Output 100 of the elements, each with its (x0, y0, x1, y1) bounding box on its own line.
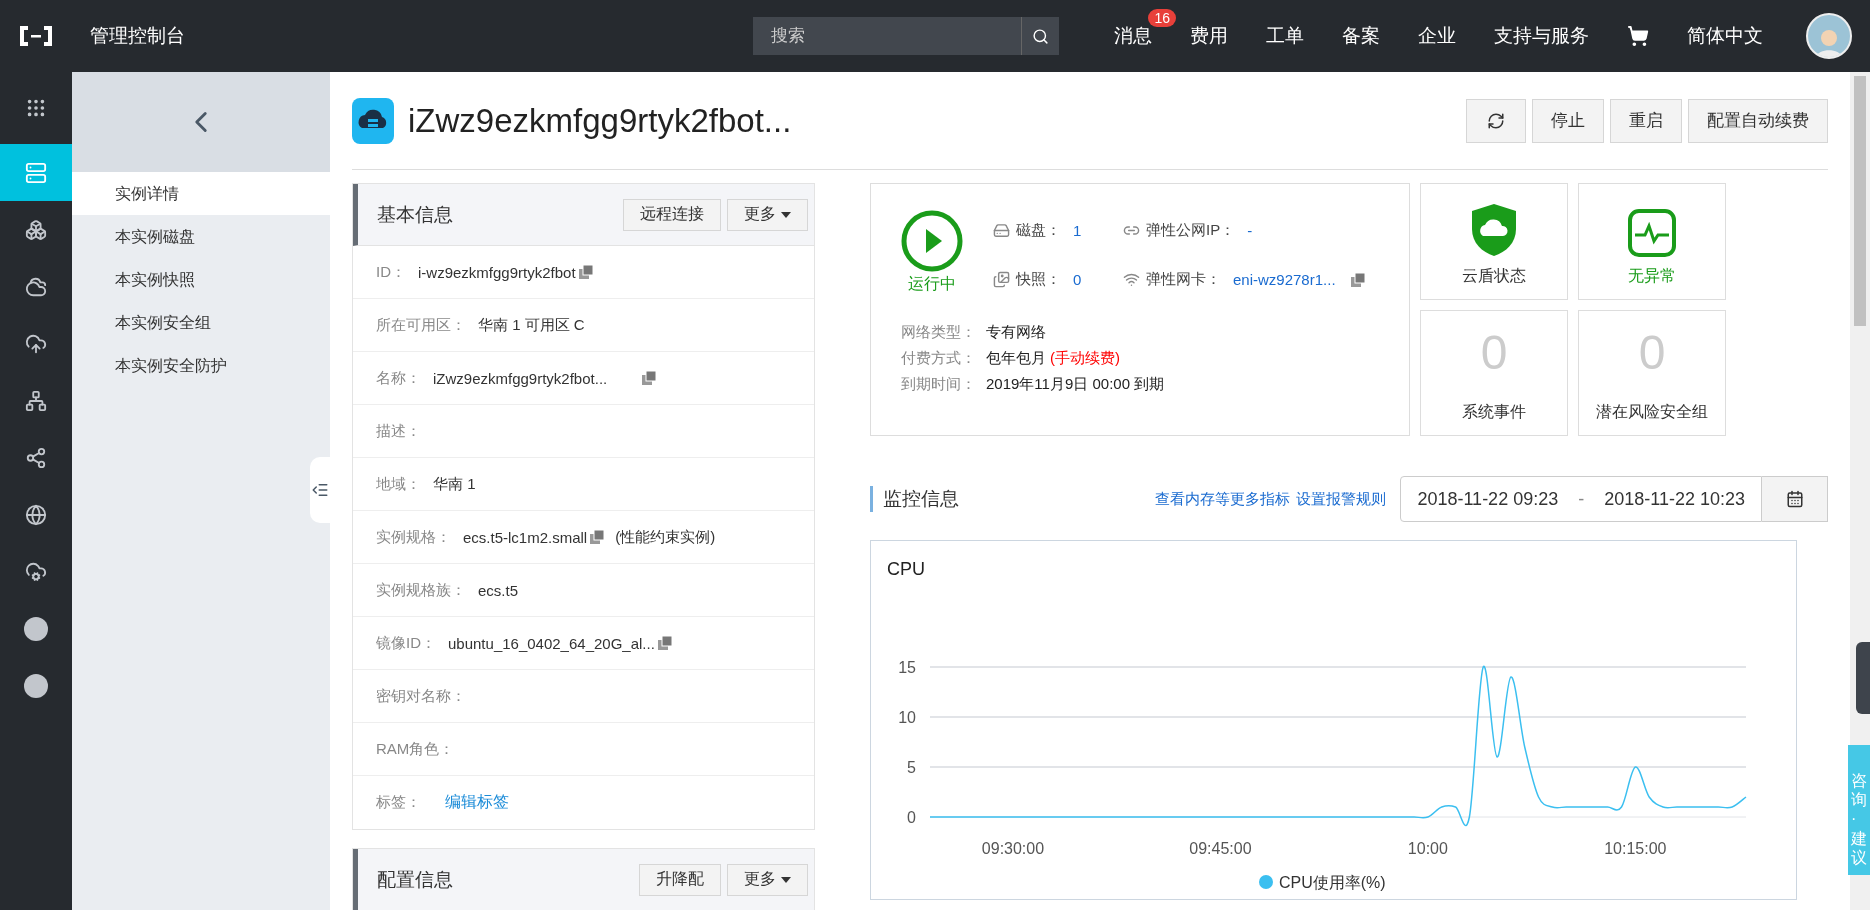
resource-label: 弹性网卡： (1146, 270, 1221, 289)
panel-button[interactable]: 升降配 (639, 863, 721, 896)
detail-value: 包年包月 (986, 349, 1046, 366)
copy-icon[interactable] (589, 529, 606, 545)
date-range-field[interactable]: 2018-11-22 09:23 - 2018-11-22 10:23 (1400, 476, 1762, 522)
monitor-link[interactable]: 设置报警规则 (1296, 489, 1387, 509)
panel-button[interactable]: 更多 (727, 863, 808, 896)
panel-title: 配置信息 (377, 867, 454, 892)
tile-label: 系统事件 (1462, 402, 1526, 422)
subnav-item[interactable]: 本实例磁盘 (72, 215, 330, 258)
legend-label[interactable]: CPU使用率(%) (1279, 874, 1386, 891)
detail-label: 付费方式： (901, 349, 976, 368)
resource-value[interactable]: 0 (1073, 271, 1082, 288)
axis-label: 10 (898, 709, 916, 726)
network-icon (25, 389, 47, 412)
resource-label: 快照： (1016, 270, 1061, 289)
subnav-item[interactable]: 本实例安全防护 (72, 344, 330, 387)
field-label: 描述： (376, 421, 421, 441)
collapse-handle[interactable] (310, 457, 330, 523)
cloud-gear-icon (25, 560, 47, 583)
circle-icon (24, 616, 48, 641)
resource-value[interactable]: eni-wz9278r1... (1233, 271, 1336, 288)
detail-value: 2019年11月9日 00:00 到期 (986, 375, 1165, 392)
field-label: 实例规格族： (376, 580, 466, 600)
cart-icon[interactable] (1627, 25, 1649, 47)
language-link[interactable]: 简体中文 (1687, 23, 1763, 49)
action-button[interactable]: 配置自动续费 (1688, 98, 1828, 143)
count-badge: 16 (1148, 9, 1176, 27)
cloud-icon (25, 275, 47, 298)
field-value: 华南 1 可用区 C (478, 315, 585, 335)
wifi-icon (1123, 271, 1140, 288)
action-button[interactable]: 重启 (1610, 98, 1682, 143)
subnav-item[interactable]: 实例详情 (72, 172, 330, 215)
nav-link[interactable]: 工单 (1266, 23, 1304, 49)
detail-value: 专有网络 (986, 323, 1046, 340)
logo-icon[interactable] (18, 25, 54, 47)
instance-title: iZwz9ezkmfgg9rtyk2fbot... (408, 101, 793, 140)
search-button[interactable] (1021, 17, 1059, 55)
axis-label: 09:30:00 (981, 840, 1045, 857)
user-avatar[interactable] (1806, 13, 1852, 59)
cloud-upload-icon (25, 332, 47, 355)
search-icon (1032, 27, 1049, 45)
field-value: ecs.t5-lc1m2.small (463, 528, 588, 546)
axis-label: 5 (907, 759, 916, 776)
field-label: ID： (376, 262, 406, 282)
field-value: iZwz9ezkmfgg9rtyk2fbot... (433, 369, 608, 387)
chart-title: CPU (887, 559, 925, 580)
nodes-icon (25, 446, 47, 469)
resource-label: 弹性公网IP： (1146, 221, 1236, 240)
panel-title: 基本信息 (377, 202, 454, 227)
subnav-item[interactable]: 本实例安全组 (72, 301, 330, 344)
status-tile[interactable]: 无异常 (1578, 183, 1726, 300)
axis-label: 0 (907, 809, 916, 826)
panel-button[interactable]: 远程连接 (623, 198, 721, 231)
copy-icon[interactable] (577, 264, 594, 280)
field-label: 镜像ID： (376, 633, 436, 653)
shield-icon (1469, 202, 1519, 258)
nav-link[interactable]: 备案 (1342, 23, 1380, 49)
monitor-link[interactable]: 查看内存等更多指标 (1155, 489, 1291, 509)
axis-label: 09:45:00 (1189, 840, 1252, 857)
boxes-icon (25, 218, 47, 241)
field-value: ubuntu_16_0402_64_20G_al... (448, 634, 655, 652)
images-icon (993, 271, 1010, 288)
edit-tags-link[interactable]: 编辑标签 (445, 792, 509, 813)
globe-icon (25, 503, 47, 526)
field-label: 标签： (376, 793, 421, 812)
status-tile[interactable]: 云盾状态 (1420, 183, 1568, 300)
scrollbar-thumb[interactable] (1854, 76, 1866, 326)
copy-icon[interactable] (656, 635, 673, 651)
field-value: 华南 1 (433, 474, 476, 494)
axis-label: 10:00 (1407, 840, 1448, 857)
circle-icon (24, 673, 48, 698)
subnav-item[interactable]: 本实例快照 (72, 258, 330, 301)
resource-label: 磁盘： (1016, 221, 1061, 240)
refresh-button[interactable] (1466, 98, 1526, 143)
panel-button[interactable]: 更多 (727, 198, 808, 231)
nav-link[interactable]: 支持与服务 (1494, 23, 1589, 49)
axis-label: 15 (898, 659, 916, 676)
legend-dot (1259, 875, 1273, 889)
tile-label: 云盾状态 (1462, 266, 1526, 286)
tile-label: 无异常 (1628, 266, 1676, 286)
field-label: 名称： (376, 368, 421, 388)
detail-label: 网络类型： (901, 323, 976, 342)
console-title: 管理控制台 (90, 24, 186, 48)
status-label: 运行中 (908, 274, 956, 294)
field-label: 实例规格： (376, 527, 451, 547)
axis-label: 10:15:00 (1604, 840, 1667, 857)
nav-link[interactable]: 费用 (1190, 23, 1228, 49)
copy-icon[interactable] (641, 370, 658, 386)
renewal-note: (手动续费) (1050, 349, 1120, 366)
resource-value[interactable]: 1 (1073, 222, 1082, 239)
pulse-icon (1627, 208, 1677, 258)
action-button[interactable]: 停止 (1532, 98, 1604, 143)
cloud-server-icon (352, 97, 394, 144)
server-icon (25, 161, 47, 184)
copy-icon[interactable] (1349, 271, 1366, 288)
resource-value[interactable]: - (1247, 222, 1253, 239)
nav-link[interactable]: 企业 (1418, 23, 1456, 49)
tile-label: 潜在风险安全组 (1596, 402, 1708, 422)
calendar-button[interactable] (1762, 476, 1828, 522)
